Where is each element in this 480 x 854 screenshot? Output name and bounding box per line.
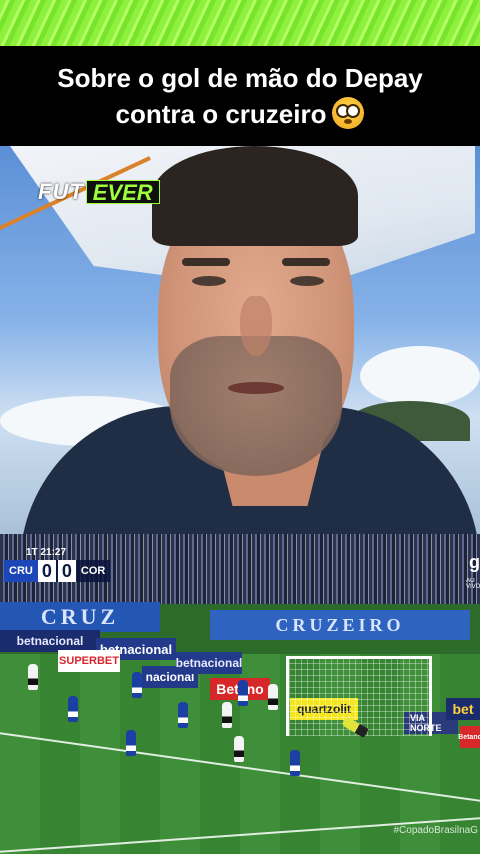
ad-board-betano-small: Betano	[458, 726, 480, 748]
player-cruzeiro	[178, 702, 188, 728]
video-caption: Sobre o gol de mão do Depay contra o cru…	[0, 46, 480, 146]
logo-fut-text: FUT	[38, 179, 84, 204]
match-clock: 1T 21:27	[26, 547, 67, 558]
home-score: 0	[37, 560, 56, 582]
ad-board-superbet: SUPERBET	[58, 650, 120, 672]
stand-banner-right: CRUZEIRO	[210, 610, 470, 640]
player-corinthians	[222, 702, 232, 728]
logo-ever-text: EVER	[85, 180, 160, 205]
player-cruzeiro	[238, 680, 248, 706]
person-nose	[240, 296, 272, 356]
away-team: COR	[80, 565, 106, 577]
caption-line-2: contra o cruzeiro	[116, 96, 365, 132]
player-cruzeiro	[132, 672, 142, 698]
caption-line-1: Sobre o gol de mão do Depay	[57, 63, 423, 93]
caption-line-2-text: contra o cruzeiro	[115, 99, 327, 129]
right-eye	[290, 276, 324, 286]
broadcaster-live-label: AO VIVO	[466, 578, 480, 590]
broadcaster-logo: g	[469, 552, 480, 572]
player-cruzeiro	[68, 696, 78, 722]
player-corinthians	[268, 684, 278, 710]
cloud	[360, 346, 480, 406]
ad-board-bet: bet	[446, 698, 480, 720]
player-corinthians	[234, 736, 244, 762]
away-score: 0	[55, 560, 76, 582]
person-hair	[152, 146, 358, 246]
reaction-video[interactable]: FUT EVER	[0, 146, 480, 534]
match-broadcast[interactable]: CRUZ CRUZEIRO betnacional betnacional SU…	[0, 534, 480, 854]
stand-banner-left: CRUZ	[0, 602, 160, 632]
left-eyebrow	[182, 258, 230, 266]
broadcast-hashtag: #CopadoBrasilnaG	[393, 825, 479, 836]
home-team: CRU	[4, 560, 38, 582]
person-mouth	[228, 382, 284, 394]
scoreboard: CRU 0 0 COR	[4, 560, 111, 582]
player-cruzeiro	[290, 750, 300, 776]
ad-board: betnacional	[0, 630, 100, 652]
player-corinthians	[28, 664, 38, 690]
player-cruzeiro	[126, 730, 136, 756]
ad-board: betnacional	[176, 652, 242, 674]
top-green-band	[0, 0, 480, 46]
flushed-face-icon	[332, 97, 365, 129]
person-beard	[170, 336, 342, 476]
right-eyebrow	[282, 258, 330, 266]
futever-logo: FUT EVER	[38, 179, 160, 205]
left-eye	[192, 276, 226, 286]
